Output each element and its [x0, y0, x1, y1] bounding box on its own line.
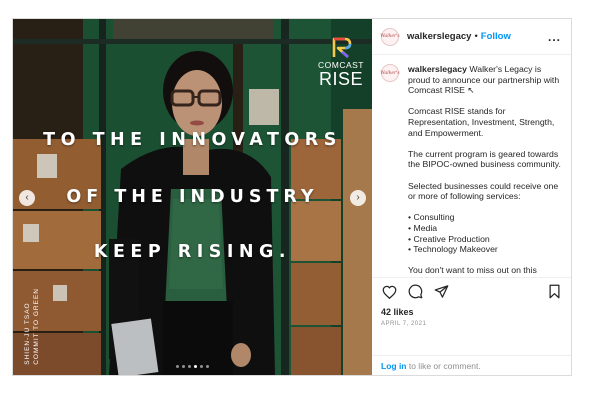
overlay-text-line2: OF THE INDUSTRY — [66, 187, 319, 207]
brand-sub: RISE — [318, 68, 363, 89]
action-bar — [372, 277, 571, 305]
credit-name: SHIEN-JU TSAO — [24, 302, 31, 365]
list-item: • Media — [408, 222, 438, 233]
avatar[interactable]: Walker's — [380, 27, 400, 46]
bookmark-icon[interactable] — [546, 284, 562, 300]
chevron-left-icon: ‹ — [25, 192, 29, 203]
list-item: • Consulting — [408, 212, 455, 223]
previous-slide-button[interactable]: ‹ — [19, 190, 35, 206]
heart-icon[interactable] — [381, 284, 397, 300]
username-link[interactable]: walkerslegacy — [407, 31, 471, 42]
list-item: • Creative Production — [408, 233, 490, 244]
post-sidebar: Walker's walkerslegacy • Follow ... Walk… — [372, 19, 571, 375]
carousel-dot — [182, 365, 185, 368]
post-image[interactable]: TO THE INNOVATORS OF THE INDUSTRY KEEP R… — [13, 19, 372, 375]
overlay-text-line1: TO THE INNOVATORS — [43, 130, 342, 150]
carousel-dot — [176, 365, 179, 368]
caption-paragraph: Comcast RISE stands for Representation, … — [408, 106, 555, 138]
instagram-post: TO THE INNOVATORS OF THE INDUSTRY KEEP R… — [12, 18, 572, 376]
separator-dot: • — [474, 31, 478, 42]
avatar-logo: Walker's — [380, 70, 400, 76]
carousel-dot — [188, 365, 191, 368]
avatar-logo: Walker's — [380, 34, 400, 39]
post-date: APRIL 7, 2021 — [381, 321, 427, 327]
rise-logo-icon — [332, 37, 352, 58]
paper-plane-icon[interactable] — [433, 284, 449, 300]
carousel-dot — [200, 365, 203, 368]
carousel-indicator — [13, 365, 372, 368]
like-count[interactable]: 42 likes — [372, 305, 571, 317]
next-slide-button[interactable]: › — [350, 190, 366, 206]
caption-paragraph: You don't want to miss out on this oppor… — [408, 265, 537, 277]
credit-sub: COMMIT TO GREEN — [33, 288, 40, 365]
chevron-right-icon: › — [356, 192, 360, 203]
caption-paragraph: Selected businesses could receive one or… — [408, 180, 559, 202]
login-prompt: Log in to like or comment. — [372, 355, 571, 375]
caption-avatar[interactable]: Walker's — [380, 64, 400, 82]
login-prompt-text: to like or comment. — [406, 361, 481, 371]
login-link[interactable]: Log in — [381, 361, 407, 371]
list-item: • Technology Makeover — [408, 244, 498, 255]
caption-paragraph: The current program is geared towards th… — [408, 148, 561, 170]
more-options-icon[interactable]: ... — [548, 30, 561, 44]
caption-text: walkerslegacy Walker's Legacy is proud t… — [408, 64, 561, 277]
post-header: Walker's walkerslegacy • Follow ... — [372, 19, 571, 55]
photo-credit: SHIEN-JU TSAO COMMIT TO GREEN — [23, 288, 41, 365]
follow-button[interactable]: Follow — [481, 31, 511, 42]
comment-icon[interactable] — [407, 284, 423, 300]
carousel-dot — [194, 365, 197, 368]
carousel-dot — [206, 365, 209, 368]
comcast-rise-logo: COMCAST RISE — [318, 35, 364, 88]
overlay-text-line3: KEEP RISING. — [93, 242, 292, 262]
caption-username[interactable]: walkerslegacy — [408, 64, 467, 74]
caption-section: Walker's walkerslegacy Walker's Legacy i… — [372, 55, 571, 277]
services-list: • Consulting • Media • Creative Producti… — [408, 212, 561, 254]
